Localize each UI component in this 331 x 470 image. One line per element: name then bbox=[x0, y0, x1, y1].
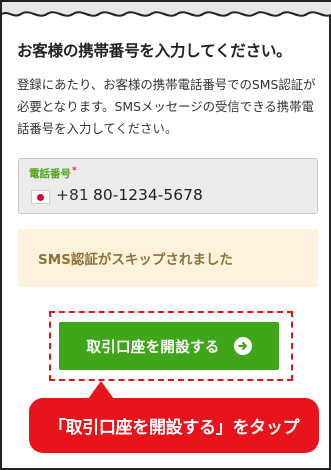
description-text: 登録にあたり、お客様の携帯電話番号でのSMS認証が必要となります。SMSメッセー… bbox=[17, 77, 316, 136]
open-account-button[interactable]: 取引口座を開設する bbox=[59, 322, 279, 370]
phone-field-label-text: 電話番号 bbox=[29, 168, 71, 180]
instruction-callout: 「取引口座を開設する」をタップ bbox=[29, 398, 319, 453]
open-account-button-label: 取引口座を開設する bbox=[86, 339, 220, 356]
screenshot-frame: お客様の携帯番号を入力してください。 登録にあたり、お客様の携帯電話番号でのSM… bbox=[0, 0, 331, 470]
country-code: +81 bbox=[56, 186, 89, 204]
sms-skipped-notice: SMS認証がスキップされました bbox=[18, 229, 318, 287]
sms-notice-text: SMS認証がスキップされました bbox=[38, 252, 233, 268]
phone-field-label: 電話番号* bbox=[29, 166, 77, 181]
callout-text: 「取引口座を開設する」をタップ bbox=[48, 418, 300, 438]
required-mark: * bbox=[72, 166, 77, 176]
phone-number-field[interactable]: 電話番号* +81 80-1234-5678 bbox=[18, 158, 318, 214]
torn-edge-decoration bbox=[2, 2, 331, 17]
flag-red-circle bbox=[37, 194, 44, 201]
arrow-right-circle-icon bbox=[233, 337, 252, 355]
phone-number-input[interactable]: 80-1234-5678 bbox=[93, 186, 203, 204]
page-title: お客様の携帯番号を入力してください。 bbox=[17, 42, 292, 60]
japan-flag-icon[interactable] bbox=[31, 190, 50, 204]
callout-pointer bbox=[88, 381, 114, 399]
